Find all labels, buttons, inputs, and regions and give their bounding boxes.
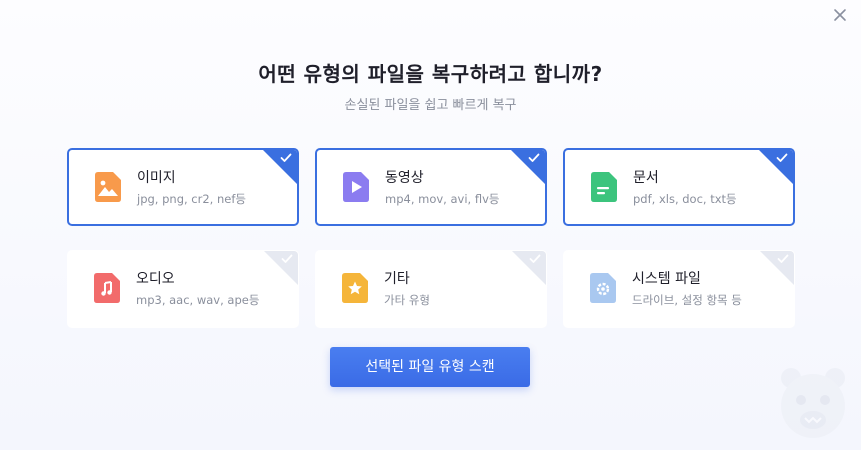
close-button[interactable]	[831, 6, 849, 24]
card-label: 오디오	[136, 271, 175, 287]
card-description: pdf, xls, doc, txt등	[633, 192, 737, 206]
checkmark-icon	[776, 153, 788, 162]
card-description: jpg, png, cr2, nef등	[137, 192, 246, 206]
checkmark-icon	[281, 254, 293, 263]
card-label: 문서	[633, 170, 659, 186]
file-type-card-audio[interactable]: 오디오 mp3, aac, wav, ape등	[67, 250, 299, 328]
close-icon	[834, 9, 846, 21]
card-label: 이미지	[137, 170, 176, 186]
file-type-card-image[interactable]: 이미지 jpg, png, cr2, nef등	[67, 148, 299, 226]
card-label: 시스템 파일	[632, 271, 701, 287]
card-description: 드라이브, 설정 항목 등	[632, 293, 742, 307]
card-description: mp4, mov, avi, flv등	[385, 192, 500, 206]
file-type-card-other[interactable]: 기타 가타 유형	[315, 250, 547, 328]
audio-icon	[94, 273, 120, 303]
file-type-card-document[interactable]: 문서 pdf, xls, doc, txt등	[563, 148, 795, 226]
card-description: mp3, aac, wav, ape등	[136, 293, 260, 307]
star-file-icon	[342, 273, 368, 303]
video-icon	[343, 172, 369, 202]
page-title: 어떤 유형의 파일을 복구하려고 합니까?	[258, 62, 603, 86]
bear-mascot-icon	[781, 368, 845, 438]
checkmark-icon	[529, 254, 541, 263]
checkmark-icon	[280, 153, 292, 162]
card-label: 기타	[384, 271, 410, 287]
checkmark-icon	[777, 254, 789, 263]
checkmark-icon	[528, 153, 540, 162]
document-icon	[591, 172, 617, 202]
file-type-card-system[interactable]: 시스템 파일 드라이브, 설정 항목 등	[563, 250, 795, 328]
card-label: 동영상	[385, 170, 424, 186]
scan-selected-types-button[interactable]: 선택된 파일 유형 스캔	[330, 347, 530, 387]
file-type-card-video[interactable]: 동영상 mp4, mov, avi, flv등	[315, 148, 547, 226]
image-icon	[95, 172, 121, 202]
card-description: 가타 유형	[384, 293, 430, 307]
system-file-icon	[590, 273, 616, 303]
page-subtitle: 손실된 파일을 쉽고 빠르게 복구	[344, 98, 517, 113]
